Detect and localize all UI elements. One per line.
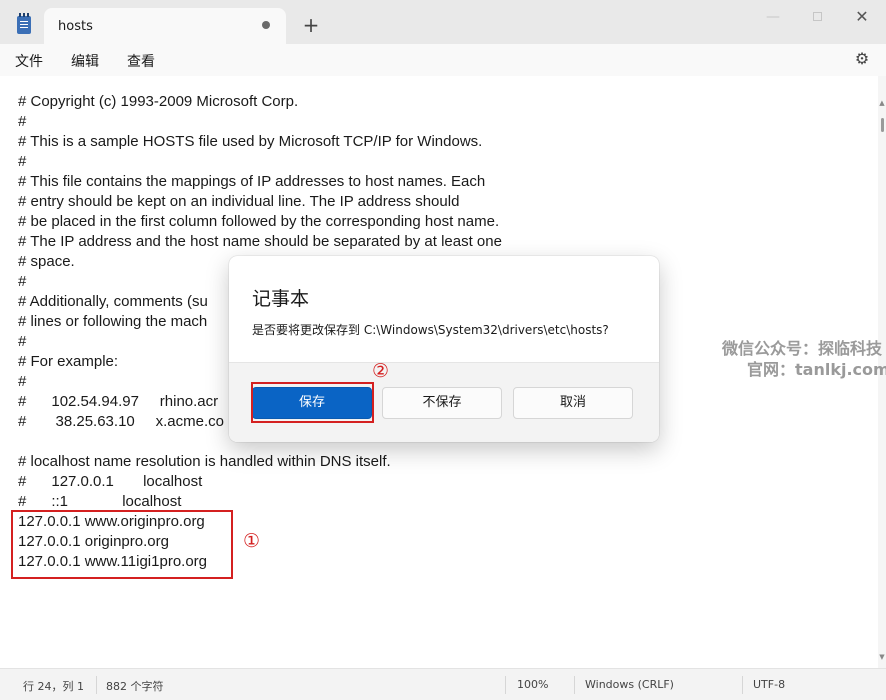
annotation-marker-2: ② [372, 360, 390, 382]
menu-bar: 文件 编辑 查看 ⚙ [0, 44, 886, 76]
encoding[interactable]: UTF-8 [753, 678, 785, 691]
unsaved-dot-icon[interactable] [262, 21, 270, 29]
editor-line: # 127.0.0.1 localhost [18, 473, 203, 490]
character-count: 882 个字符 [106, 680, 164, 693]
annotation-box-hosts-entries [11, 510, 233, 579]
scroll-down-icon[interactable]: ▼ [878, 654, 886, 661]
editor-line: # Copyright (c) 1993-2009 Microsoft Corp… [18, 93, 299, 110]
editor-line: # 102.54.94.97 rhino.acr [18, 393, 219, 410]
scroll-up-icon[interactable]: ▲ [878, 100, 886, 107]
editor-line: # For example: [18, 353, 119, 370]
status-bar: 行 24，列 1 882 个字符 100% Windows (CRLF) UTF… [0, 668, 886, 700]
status-divider [96, 676, 97, 694]
watermark-website: 官网：tanlkj.com [747, 360, 886, 379]
close-window-button[interactable]: ✕ [847, 6, 877, 28]
status-divider [505, 676, 506, 694]
title-bar: hosts + — ✕ [0, 0, 886, 44]
tab-title: hosts [58, 19, 93, 34]
cancel-button[interactable]: 取消 [513, 387, 633, 419]
editor-line: # [18, 273, 27, 290]
editor-line: # This is a sample HOSTS file used by Mi… [18, 133, 483, 150]
menu-edit[interactable]: 编辑 [71, 51, 99, 71]
annotation-box-save-button [251, 382, 374, 423]
dont-save-button[interactable]: 不保存 [382, 387, 502, 419]
maximize-button[interactable] [802, 6, 832, 28]
editor-line: # This file contains the mappings of IP … [18, 173, 486, 190]
minimize-button[interactable]: — [758, 6, 788, 28]
menu-view[interactable]: 查看 [127, 51, 155, 71]
annotation-marker-1: ① [243, 530, 261, 552]
editor-line: # [18, 373, 27, 390]
editor-line: # localhost name resolution is handled w… [18, 453, 391, 470]
editor-line: # entry should be kept on an individual … [18, 193, 460, 210]
dialog-title: 记事本 [252, 288, 310, 310]
new-tab-button[interactable]: + [300, 14, 322, 36]
tab-hosts[interactable]: hosts [44, 8, 286, 44]
editor-line: # [18, 153, 27, 170]
editor-line: # ::1 localhost [18, 493, 182, 510]
menu-file[interactable]: 文件 [15, 51, 43, 71]
editor-line: # lines or following the mach [18, 313, 208, 330]
gear-icon[interactable]: ⚙ [853, 50, 871, 68]
zoom-level[interactable]: 100% [517, 678, 548, 691]
editor-line: # The IP address and the host name shoul… [18, 233, 502, 250]
editor-line: # [18, 333, 27, 350]
editor-line: # be placed in the first column followed… [18, 213, 500, 230]
editor-line: # [18, 113, 27, 130]
dialog-message: 是否要将更改保存到 C:\Windows\System32\drivers\et… [252, 323, 609, 337]
status-divider [574, 676, 575, 694]
notepad-app-icon [17, 13, 31, 34]
status-divider [742, 676, 743, 694]
scroll-thumb[interactable] [881, 118, 884, 132]
editor-line: # 38.25.63.10 x.acme.co [18, 413, 224, 430]
maximize-icon [812, 12, 822, 21]
editor-line: # space. [18, 253, 75, 270]
editor-line: # Additionally, comments (su [18, 293, 208, 310]
cursor-position: 行 24，列 1 [23, 680, 84, 693]
line-ending[interactable]: Windows (CRLF) [585, 678, 674, 691]
